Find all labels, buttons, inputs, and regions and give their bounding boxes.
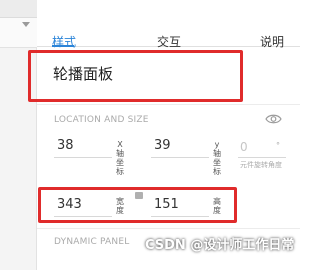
y-label: y轴坐标 bbox=[213, 140, 221, 176]
width-field-underline bbox=[54, 216, 112, 217]
location-size-title: LOCATION AND SIZE bbox=[54, 115, 149, 125]
y-field-underline bbox=[151, 157, 209, 158]
active-tab-indicator bbox=[52, 45, 74, 47]
rotation-label: 元件旋转角度 bbox=[240, 161, 282, 169]
width-field[interactable]: 343 bbox=[57, 196, 82, 214]
inspector-tabs: 样式 交互 说明 bbox=[37, 20, 300, 50]
left-panel-header bbox=[0, 0, 37, 18]
x-field-underline bbox=[54, 157, 112, 158]
height-field[interactable]: 151 bbox=[154, 196, 179, 214]
height-field-underline bbox=[151, 216, 209, 217]
y-field[interactable]: 39 bbox=[154, 137, 171, 155]
tab-style[interactable]: 样式 bbox=[52, 33, 76, 50]
chevron-down-icon[interactable] bbox=[22, 22, 30, 27]
eye-icon[interactable] bbox=[265, 113, 282, 125]
dynamic-panel-title: DYNAMIC PANEL bbox=[54, 237, 130, 247]
x-field[interactable]: 38 bbox=[57, 137, 74, 155]
rotation-underline bbox=[238, 157, 286, 158]
tab-interactions[interactable]: 交互 bbox=[157, 33, 181, 50]
lock-icon[interactable] bbox=[135, 192, 143, 199]
tab-notes[interactable]: 说明 bbox=[260, 33, 284, 50]
left-panel-field[interactable] bbox=[0, 18, 37, 48]
width-label: 宽度 bbox=[116, 197, 124, 215]
x-label: X轴坐标 bbox=[116, 140, 124, 176]
height-label: 高度 bbox=[213, 197, 221, 215]
rotation-field[interactable]: 0 bbox=[240, 140, 248, 154]
divider bbox=[37, 228, 300, 229]
watermark: CSDN @设计师工作日常 bbox=[145, 238, 295, 253]
rotation-unit: ° bbox=[276, 141, 280, 150]
divider bbox=[37, 104, 300, 105]
widget-name-input[interactable]: 轮播面板 bbox=[40, 62, 238, 86]
